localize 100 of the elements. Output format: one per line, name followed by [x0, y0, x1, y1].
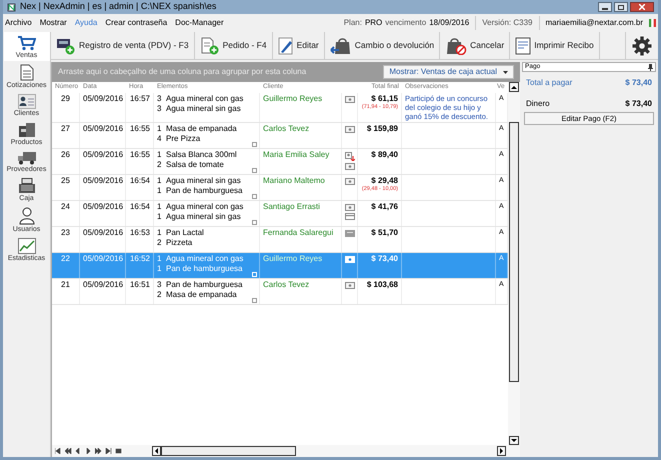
menu-item[interactable]: Crear contraseña — [105, 17, 168, 29]
minimize-button[interactable] — [598, 2, 612, 12]
next-icon[interactable] — [85, 448, 92, 454]
client-cell: Carlos Tevez — [260, 279, 342, 304]
boxes-icon — [18, 122, 36, 138]
vertical-scrollbar-thumb[interactable] — [509, 122, 519, 382]
item-quantity: 1 — [157, 202, 162, 212]
table-cell: 16:51 — [126, 279, 154, 304]
toolbar-button[interactable]: Cambio o devolución — [324, 32, 440, 59]
banknote-icon — [344, 96, 354, 103]
item-quantity: 3 — [157, 280, 162, 290]
toolbar-button[interactable]: Cancelar — [440, 32, 510, 59]
total-amount: $ 103,68 — [366, 280, 398, 290]
item-quantity: 3 — [157, 104, 162, 114]
pin-icon[interactable] — [648, 64, 653, 70]
plan-info: Plan: PRO vencimento 18/09/2016 — [344, 17, 470, 29]
cash-register-icon — [18, 178, 36, 194]
total-amount: $ 89,40 — [371, 150, 398, 160]
first-page-icon[interactable] — [55, 448, 62, 454]
total-amount: $ 61,15 — [371, 94, 398, 104]
previous-page-icon[interactable] — [65, 448, 72, 454]
expand-icon[interactable] — [252, 142, 257, 147]
total-amount: $ 41,76 — [371, 202, 398, 212]
window-title: Nex | NexAdmin | es | admin | C:\NEX spanish\es — [20, 0, 216, 14]
menu-item[interactable]: Archivo — [5, 17, 32, 29]
user-email: mariaemilia@nextar.com.br — [546, 17, 643, 29]
pencil-icon — [278, 36, 294, 54]
settings-icon[interactable] — [632, 36, 652, 56]
table-cell: 29 — [52, 93, 80, 122]
card-icon — [344, 213, 354, 220]
item-quantity: 2 — [157, 290, 162, 300]
item-name: Agua mineral sin gas — [166, 176, 241, 186]
item-quantity: 1 — [157, 254, 162, 264]
table-cell: 05/09/2016 — [80, 123, 126, 148]
table-cell: 16:55 — [126, 149, 154, 174]
table-cell: 25 — [52, 175, 80, 200]
bag-cancel-icon — [445, 36, 468, 54]
item-name: Salsa de tomate — [166, 160, 224, 170]
table-cell: 05/09/2016 — [80, 227, 126, 252]
cash-value: $ 73,40 — [625, 98, 652, 110]
line-chart-icon — [18, 238, 36, 254]
filter-dropdown[interactable]: Mostrar: Ventas de caja actual — [383, 65, 514, 79]
receipt-icon — [515, 36, 532, 54]
item-name: Masa de empanada — [166, 290, 237, 300]
table-cell: 05/09/2016 — [80, 253, 126, 278]
close-button[interactable] — [630, 2, 654, 12]
horizontal-scrollbar-thumb[interactable] — [161, 446, 296, 456]
item-quantity: 4 — [157, 134, 162, 144]
dropdown-arrow-icon — [503, 70, 508, 74]
item-name: Salsa Blanca 300ml — [166, 150, 237, 160]
table-cell: 05/09/2016 — [80, 279, 126, 304]
menu-item[interactable]: Doc-Manager — [175, 17, 224, 29]
previous-icon[interactable] — [75, 448, 82, 454]
expand-icon[interactable] — [252, 194, 257, 199]
banknote-icon — [344, 282, 354, 289]
user-icon — [18, 207, 34, 225]
toolbar-button[interactable]: Imprimir Recibo — [510, 32, 600, 59]
client-cell: Guillermo Reyes — [260, 93, 342, 122]
scroll-down-button[interactable] — [509, 436, 519, 445]
menu-item[interactable]: Mostrar — [40, 17, 67, 29]
next-page-icon[interactable] — [95, 448, 102, 454]
total-amount: $ 73,40 — [371, 254, 398, 264]
total-amount: $ 51,70 — [371, 228, 398, 238]
item-name: Pan de hamburguesa — [166, 186, 242, 196]
item-quantity: 1 — [157, 228, 162, 238]
register-add-icon — [56, 36, 76, 54]
item-quantity: 1 — [157, 124, 162, 134]
scroll-up-button[interactable] — [509, 82, 519, 92]
truck-icon — [16, 151, 36, 165]
menu-item[interactable]: Ayuda — [74, 17, 98, 29]
table-cell: 16:52 — [126, 253, 154, 278]
scroll-right-button[interactable] — [497, 446, 506, 456]
toolbar-button[interactable]: Editar — [272, 32, 325, 59]
item-name: Agua mineral sin gas — [166, 104, 241, 114]
toolbar-button[interactable]: Registro de venta (PDV) - F3 — [51, 32, 195, 59]
maximize-button[interactable] — [614, 2, 628, 12]
item-name: Agua mineral con gas — [166, 94, 244, 104]
table-cell: 23 — [52, 227, 80, 252]
bag-arrow-icon — [330, 36, 352, 54]
toolbar-button[interactable]: Pedido - F4 — [194, 32, 273, 59]
table-cell: 05/09/2016 — [80, 175, 126, 200]
item-name: Pre Pizza — [166, 134, 200, 144]
banknote-icon — [344, 256, 354, 263]
expand-icon[interactable] — [252, 220, 257, 225]
table-cell: 16:54 — [126, 175, 154, 200]
client-cell: Santiago Errasti — [260, 201, 342, 226]
client-cell: Fernanda Salaregui — [260, 227, 342, 252]
item-quantity: 1 — [157, 150, 162, 160]
contact-card-icon — [18, 94, 36, 109]
expand-icon[interactable] — [252, 298, 257, 303]
expand-icon[interactable] — [252, 168, 257, 173]
document-add-icon — [200, 36, 220, 54]
table-cell: 05/09/2016 — [80, 149, 126, 174]
total-label: Total a pagar — [526, 77, 572, 89]
banknote-icon — [344, 163, 354, 170]
table-cell: 05/09/2016 — [80, 201, 126, 226]
item-name: Masa de empanada — [166, 124, 237, 134]
table-cell: 16:57 — [126, 93, 154, 122]
banknote-icon — [344, 204, 354, 211]
last-page-icon[interactable] — [105, 448, 112, 454]
